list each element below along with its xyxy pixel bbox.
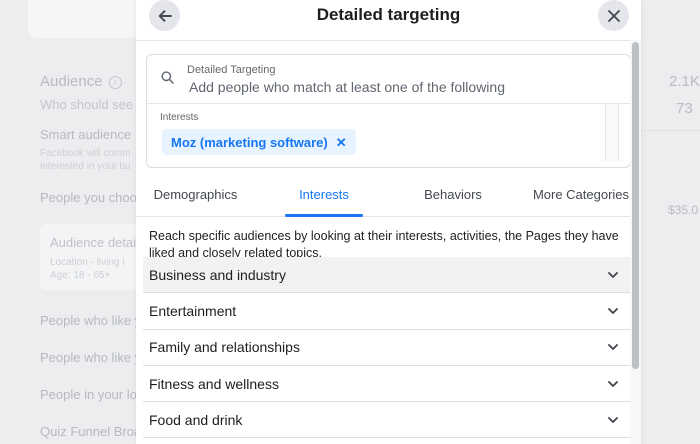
info-icon: i	[108, 76, 122, 89]
bg-location: Location - living i	[50, 257, 125, 268]
category-family-and-relationships[interactable]: Family and relationships	[143, 330, 630, 366]
bg-people-in-your: People in your lo	[40, 387, 137, 402]
remove-x-icon[interactable]: ✕	[336, 136, 347, 149]
bg-quiz-funnel: Quiz Funnel Broa	[40, 424, 142, 439]
selection-scrollbar[interactable]	[605, 104, 619, 161]
interests-group-label: Interests	[160, 112, 199, 123]
selected-interest-chip[interactable]: Moz (marketing software) ✕	[162, 129, 356, 155]
search-icon	[161, 71, 174, 84]
tab-interests[interactable]: Interests	[285, 172, 363, 216]
category-entertainment[interactable]: Entertainment	[143, 293, 630, 330]
background-card	[28, 0, 140, 38]
bg-people-you-choose: People you choo	[40, 190, 137, 205]
chevron-down-icon	[608, 307, 618, 314]
bg-audience-heading: Audience i	[40, 73, 122, 90]
chevron-down-icon	[608, 380, 618, 387]
category-list: Business and industry Entertainment Fami…	[143, 257, 630, 439]
tabs-divider	[136, 216, 633, 217]
targeting-tabs: Demographics Interests Behaviors More Ca…	[136, 172, 633, 218]
category-label: Entertainment	[149, 302, 237, 319]
bg-audience-sub: Who should see	[40, 97, 134, 112]
bg-right-num-1: 2.1K	[669, 73, 700, 90]
bg-audience-details: Audience detai	[50, 235, 137, 250]
active-tab-indicator	[285, 214, 363, 217]
tab-behaviors[interactable]: Behaviors	[411, 172, 495, 216]
category-fitness-and-wellness[interactable]: Fitness and wellness	[143, 366, 630, 403]
bg-people-who-like-2: People who like y	[40, 350, 142, 365]
bg-age: Age: 18 - 65+	[50, 270, 111, 281]
modal-header: Detailed targeting	[136, 0, 641, 40]
chevron-down-icon	[608, 271, 618, 278]
detailed-targeting-search-box[interactable]: Detailed Targeting Add people who match …	[146, 54, 631, 168]
category-label: Food and drink	[149, 411, 243, 428]
bg-people-who-like-1: People who like y	[40, 313, 142, 328]
modal-scrollbar-thumb[interactable]	[632, 42, 639, 369]
chevron-down-icon	[608, 416, 618, 423]
category-food-and-drink[interactable]: Food and drink	[143, 402, 630, 439]
detailed-targeting-modal: Detailed targeting Detailed Targeting Ad…	[136, 0, 641, 444]
category-label: Family and relationships	[149, 339, 300, 356]
bg-right-num-2: 73	[676, 100, 693, 117]
category-label: Business and industry	[149, 266, 286, 283]
tab-demographics[interactable]: Demographics	[148, 172, 243, 216]
search-field-label: Detailed Targeting	[187, 64, 276, 76]
chip-label: Moz (marketing software)	[171, 134, 328, 150]
bg-audience-heading-text: Audience	[40, 73, 103, 90]
chevron-down-icon	[608, 344, 618, 351]
modal-title: Detailed targeting	[316, 5, 461, 24]
bg-smart-desc-1: Facebook will comm	[40, 148, 131, 159]
category-label: Fitness and wellness	[149, 375, 279, 392]
bg-divider	[644, 130, 700, 131]
bg-smart-desc-2: interested in your bu	[40, 161, 131, 172]
category-business-and-industry[interactable]: Business and industry	[143, 257, 630, 294]
close-icon	[607, 9, 620, 22]
search-input[interactable]: Add people who match at least one of the…	[189, 79, 505, 95]
search-divider	[147, 103, 630, 104]
bg-smart-audience: Smart audience	[40, 127, 132, 142]
tab-more-categories[interactable]: More Categories	[530, 172, 632, 216]
bg-right-amount: $35.0	[668, 203, 699, 217]
close-button[interactable]	[598, 0, 629, 31]
header-divider	[136, 40, 641, 41]
